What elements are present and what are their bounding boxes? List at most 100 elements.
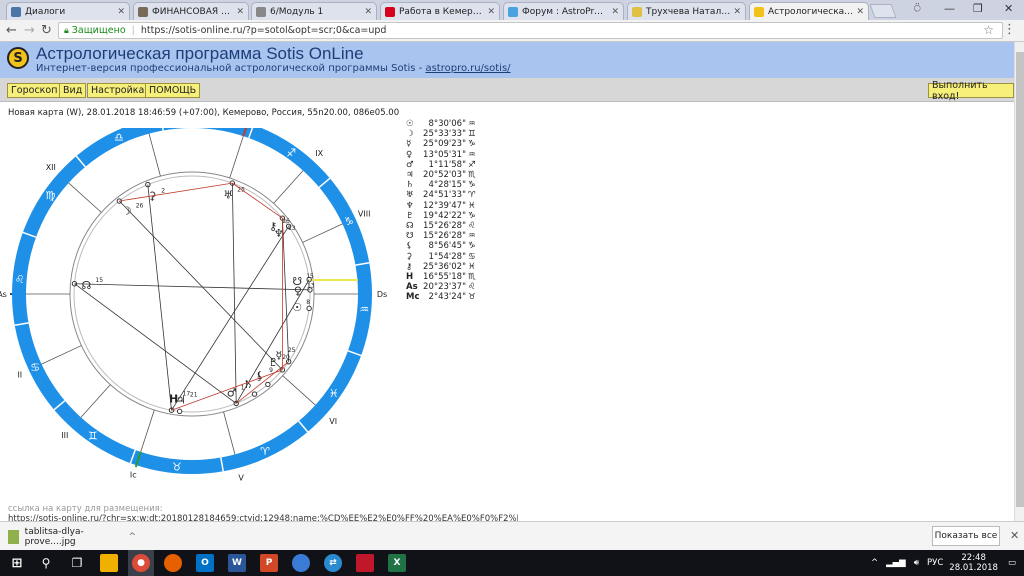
- house-label: XII: [46, 163, 56, 172]
- clock-date: 28.01.2018: [949, 563, 998, 573]
- address-bar[interactable]: 🔒︎ Защищено | https://sotis-online.ru/?p…: [58, 22, 1003, 39]
- reload-icon[interactable]: ↻: [41, 23, 52, 38]
- chevron-up-icon[interactable]: ^: [128, 532, 136, 542]
- natal-chart-wheel: ♌♋♊♉♈♓♒♑♐♏♎♍AsIIIIIIcVVIDsVIIIIXMcXIXII☽…: [0, 128, 387, 483]
- vertical-scrollbar[interactable]: [1014, 42, 1024, 521]
- tab-close-icon[interactable]: ✕: [733, 7, 741, 17]
- browser-tab[interactable]: Трухчева Наталла (Кем✕: [627, 2, 746, 20]
- zodiac-sign: ♌: [468, 282, 476, 293]
- planet-position: 15°26'28": [423, 231, 466, 242]
- tab-title: ФИНАНСОВАЯ ЕМКОСТ: [152, 6, 233, 17]
- planet-degree: 8: [306, 299, 310, 306]
- volume-icon[interactable]: 🔊︎: [914, 558, 919, 568]
- new-tab-button[interactable]: [869, 4, 897, 18]
- browser-tab[interactable]: Работа в Кемерове, вак✕: [380, 2, 500, 20]
- excel-icon[interactable]: X: [388, 554, 406, 572]
- planet-symbol: ☿: [406, 139, 412, 150]
- planet-row: ⚳ 1°54'28" ♋: [406, 252, 480, 262]
- planet-symbol: ☋: [406, 231, 414, 242]
- planet-symbol: ⚳: [406, 251, 413, 262]
- tab-close-icon[interactable]: ✕: [236, 7, 244, 17]
- planet-symbol: ☊: [406, 221, 414, 232]
- teamviewer-icon[interactable]: ⇄: [324, 554, 342, 572]
- yandex-icon[interactable]: [356, 554, 374, 572]
- powerpoint-icon[interactable]: P: [260, 554, 278, 572]
- planet-row: H 16°55'18" ♏: [406, 272, 480, 282]
- zodiac-glyph: ♏: [202, 128, 212, 129]
- planet-position: 12°39'47": [423, 200, 466, 211]
- planet-row: ☉ 8°30'06" ♒: [406, 119, 480, 129]
- planet-symbol: ♆: [406, 200, 414, 211]
- zodiac-sign: ♋: [468, 251, 476, 262]
- back-icon[interactable]: ←: [6, 23, 17, 38]
- planet-symbol: ♂: [406, 159, 414, 170]
- browser-tab[interactable]: Астрологическая програ✕: [749, 2, 869, 20]
- app-icon[interactable]: [292, 554, 310, 572]
- network-icon[interactable]: ▂▄▆: [886, 558, 906, 568]
- browser-tab[interactable]: Диалоги ✕: [6, 2, 130, 20]
- browser-tab[interactable]: Форум : AstroPro - проф✕: [503, 2, 624, 20]
- chart-link-url[interactable]: https://sotis-online.ru/?chr=sx;w;dt:201…: [8, 514, 518, 521]
- zodiac-sign: ♓: [468, 200, 476, 211]
- scrollbar-thumb[interactable]: [1016, 52, 1024, 507]
- tab-close-icon[interactable]: ✕: [611, 7, 619, 17]
- tab-close-icon[interactable]: ✕: [117, 7, 125, 17]
- planet-point: [265, 381, 271, 388]
- star-icon: [632, 6, 642, 17]
- login-button[interactable]: Выполнить вход!: [928, 80, 1014, 102]
- close-download-bar-icon[interactable]: ✕: [1010, 529, 1019, 542]
- help-button[interactable]: ПОМОЩЬ: [145, 83, 201, 98]
- planet-symbol: ♇: [406, 210, 414, 221]
- tab-close-icon[interactable]: ✕: [364, 7, 372, 17]
- astropro-link[interactable]: astropro.ru/sotis/: [425, 63, 510, 74]
- horoscope-button[interactable]: Гороскоп: [7, 83, 62, 98]
- language-indicator[interactable]: РУС: [927, 558, 943, 568]
- planet-row: ⚸ 8°56'45" ♑: [406, 241, 480, 251]
- browser-tab[interactable]: 6/Модуль 1 ✕: [251, 2, 377, 20]
- download-item[interactable]: tablitsa-dlya-prove....jpg ^: [8, 527, 136, 547]
- zodiac-sign: ♑: [468, 139, 476, 150]
- file-explorer-icon[interactable]: [100, 554, 118, 572]
- tab-title: Астрологическая програ: [768, 6, 853, 17]
- minimize-icon[interactable]: —: [944, 2, 955, 15]
- search-icon[interactable]: ⚲: [37, 554, 55, 572]
- task-view-icon[interactable]: ❐: [68, 554, 86, 572]
- settings-button[interactable]: Настройка: [87, 83, 149, 98]
- chart-title: Новая карта (W), 28.01.2018 18:46:59 (+0…: [8, 108, 400, 118]
- show-all-button[interactable]: Показать все: [932, 526, 1000, 546]
- planet-position: 1°54'28": [428, 251, 466, 262]
- view-button[interactable]: Вид: [59, 83, 87, 98]
- word-icon[interactable]: W: [228, 554, 246, 572]
- browser-menu-icon[interactable]: ⋮: [1003, 22, 1016, 37]
- url-text[interactable]: https://sotis-online.ru/?p=sotol&opt=scr…: [141, 25, 387, 36]
- separator: |: [131, 25, 135, 36]
- window-close-icon[interactable]: ✕: [1004, 2, 1013, 15]
- planet-symbol: ⚸: [406, 241, 413, 252]
- tab-close-icon[interactable]: ✕: [487, 7, 495, 17]
- planet-glyph: ♅: [223, 188, 233, 201]
- sotis-logo: S: [7, 47, 29, 69]
- zodiac-sign: ♏: [468, 272, 476, 283]
- maximize-icon[interactable]: ❐: [973, 2, 983, 15]
- clock[interactable]: 22:48 28.01.2018: [949, 553, 998, 573]
- chrome-icon[interactable]: ●: [132, 554, 150, 572]
- planet-row: ♅ 24°51'33" ♈: [406, 190, 480, 200]
- house-label: Ic: [130, 471, 137, 480]
- tray-chevron-icon[interactable]: ^: [871, 558, 878, 568]
- outlook-icon[interactable]: O: [196, 554, 214, 572]
- zodiac-sign: ♑: [468, 180, 476, 191]
- tab-close-icon[interactable]: ✕: [856, 7, 864, 17]
- house-label: VIII: [358, 210, 371, 219]
- bookmark-star-icon[interactable]: ☆: [983, 23, 994, 37]
- planet-row: ☊ 15°26'28" ♌: [406, 221, 480, 231]
- windows-start-icon[interactable]: ⊞: [8, 554, 26, 572]
- profile-icon[interactable]: ⍥: [914, 2, 921, 16]
- house-label: As: [0, 290, 7, 299]
- house-label: VI: [329, 417, 337, 426]
- firefox-icon[interactable]: [164, 554, 182, 572]
- zodiac-glyph: ♓: [329, 387, 339, 400]
- notification-icon[interactable]: ▭: [1008, 558, 1016, 568]
- forward-icon[interactable]: →: [24, 23, 35, 38]
- browser-tab[interactable]: ФИНАНСОВАЯ ЕМКОСТ✕: [133, 2, 249, 20]
- planet-position: 25°09'23": [423, 139, 466, 150]
